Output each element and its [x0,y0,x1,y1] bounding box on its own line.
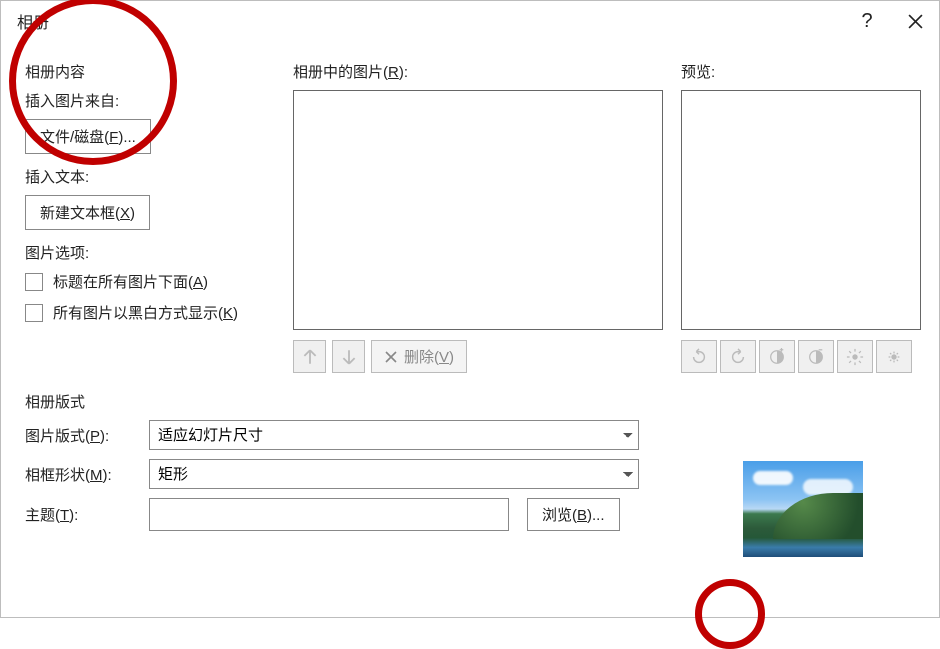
preview-box [681,90,921,330]
album-content-left: 相册内容 插入图片来自: 文件/磁盘(F)... 插入文本: 新建文本框(X) … [25,61,293,373]
brightness-down-icon [885,348,903,366]
label-insert-from: 插入图片来自: [25,90,293,111]
album-content-row: 相册内容 插入图片来自: 文件/磁盘(F)... 插入文本: 新建文本框(X) … [25,61,921,373]
preview-toolbar [681,340,921,373]
help-icon[interactable]: ? [843,1,891,41]
checkbox-icon [25,273,43,291]
checkbox-black-white[interactable]: 所有图片以黑白方式显示(K) [25,302,293,323]
arrow-up-icon [301,348,319,366]
brightness-down-button[interactable] [876,340,912,373]
label-pictures-in-album: 相册中的图片(R): [293,61,665,82]
section-album-content: 相册内容 [25,61,293,82]
frame-shape-select[interactable]: 矩形 [149,459,639,489]
move-down-button[interactable] [332,340,365,373]
contrast-down-button[interactable] [798,340,834,373]
arrow-down-icon [340,348,358,366]
browse-button[interactable]: 浏览(B)... [527,498,620,531]
move-up-button[interactable] [293,340,326,373]
checkbox-icon [25,304,43,322]
label-picture-options: 图片选项: [25,242,293,263]
album-dialog: 相册 ? 相册内容 插入图片来自: 文件/磁盘(F)... 插入文本: 新建文本… [0,0,940,618]
close-icon[interactable] [891,1,939,41]
remove-button[interactable]: 删除(V) [371,340,467,373]
pictures-column: 相册中的图片(R): 删除(V) [293,61,665,373]
label-insert-text: 插入文本: [25,166,293,187]
x-icon [384,350,398,364]
contrast-up-button[interactable] [759,340,795,373]
picture-layout-select[interactable]: 适应幻灯片尺寸 [149,420,639,450]
rotate-right-icon [729,348,747,366]
contrast-down-icon [807,348,825,366]
preview-column: 预览: [681,61,921,373]
label-frame-shape: 相框形状(M): [25,464,149,485]
checkbox-caption-below[interactable]: 标题在所有图片下面(A) [25,271,293,292]
section-album-layout: 相册版式 [25,391,921,412]
brightness-up-button[interactable] [837,340,873,373]
pictures-listbox[interactable] [293,90,663,330]
rotate-left-button[interactable] [681,340,717,373]
contrast-up-icon [768,348,786,366]
label-theme: 主题(T): [25,504,149,525]
new-textbox-button[interactable]: 新建文本框(X) [25,195,150,230]
rotate-left-icon [690,348,708,366]
layout-preview-thumbnail [743,461,863,557]
rotate-right-button[interactable] [720,340,756,373]
brightness-up-icon [846,348,864,366]
theme-input[interactable] [149,498,509,531]
dialog-title: 相册 [17,9,843,33]
label-preview: 预览: [681,61,921,82]
annotation-circle [695,579,765,649]
file-disk-button[interactable]: 文件/磁盘(F)... [25,119,151,154]
titlebar: 相册 ? [1,1,939,41]
label-picture-layout: 图片版式(P): [25,425,149,446]
picture-order-toolbar: 删除(V) [293,340,665,373]
